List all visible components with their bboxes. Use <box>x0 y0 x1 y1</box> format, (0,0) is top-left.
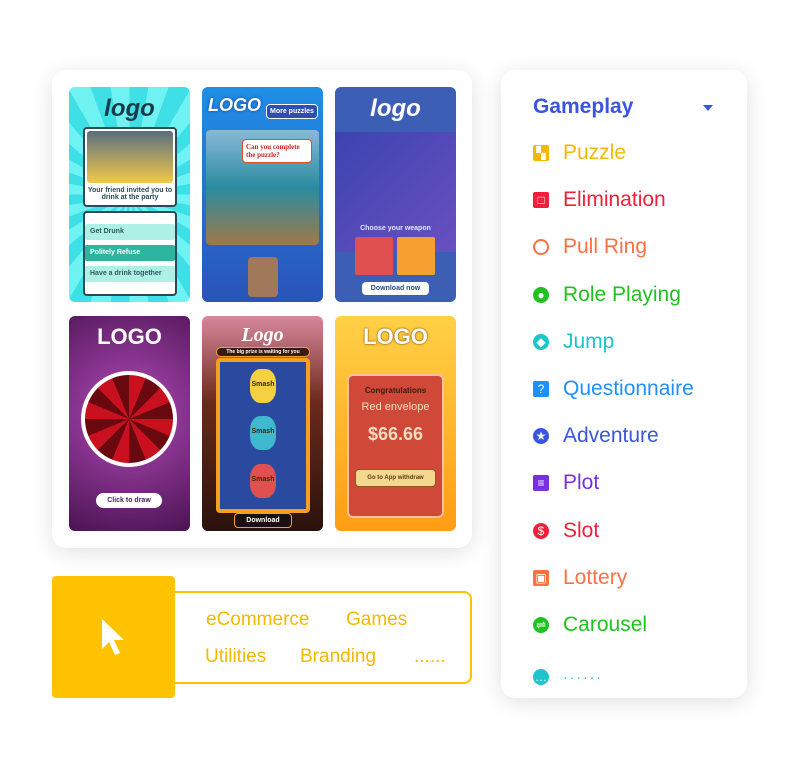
more-icon: … <box>533 669 549 686</box>
egg[interactable]: Smash <box>250 416 276 450</box>
gameplay-title: Gameplay <box>533 95 634 118</box>
prize-wheel[interactable] <box>81 371 177 467</box>
template-party[interactable]: logo Your friend invited you to drink at… <box>69 87 190 302</box>
slot-icon: $ <box>533 522 549 539</box>
gameplay-item-label: Adventure <box>563 424 659 448</box>
gameplay-item-label: Lottery <box>563 565 628 589</box>
option-button[interactable]: Have a drink together <box>85 266 175 282</box>
logo: LOGO <box>97 324 162 349</box>
gameplay-item-label: Questionnaire <box>563 377 694 400</box>
more-puzzles-button[interactable]: More puzzles <box>266 104 318 119</box>
weapon-option[interactable] <box>397 237 435 275</box>
congrats-title: Congratulations <box>364 386 427 395</box>
gameplay-item-label: Plot <box>563 471 600 495</box>
gameplay-item-questionnaire[interactable]: ? Questionnaire <box>533 376 694 402</box>
caption: Choose your weapon <box>360 225 431 232</box>
weapon-option[interactable] <box>355 237 393 275</box>
template-puzzle[interactable]: LOGO More puzzles Can you complete the p… <box>202 87 323 302</box>
template-red-envelope[interactable]: LOGO Congratulations Red envelope $66.66… <box>335 316 456 531</box>
download-button[interactable]: Download now <box>362 282 429 295</box>
gameplay-item-slot[interactable]: $ Slot <box>533 518 599 544</box>
logo: LOGO <box>208 95 261 115</box>
puzzle-piece[interactable] <box>248 257 278 297</box>
category-more[interactable]: ...... <box>414 646 446 668</box>
cursor-icon <box>101 619 124 655</box>
gameplay-item-lottery[interactable]: ▣ Lottery <box>533 565 627 591</box>
pull-ring-icon: ○ <box>533 239 549 256</box>
option-button[interactable]: Get Drunk <box>85 224 175 240</box>
party-illustration <box>87 131 173 183</box>
amount: $66.66 <box>367 424 424 444</box>
gameplay-item-elimination[interactable]: □ Elimination <box>533 187 666 213</box>
gameplay-item-label: Pull Ring <box>563 235 648 259</box>
gameplay-item-label: Role Playing <box>563 282 681 306</box>
template-weapon[interactable]: logo Choose your weapon Download now <box>335 87 456 302</box>
jump-icon: ◆ <box>533 333 549 350</box>
plot-icon: ≡ <box>533 475 549 492</box>
envelope-label: Red envelope <box>361 401 430 413</box>
withdraw-button[interactable]: Go to App withdraw <box>355 469 436 487</box>
gameplay-item-plot[interactable]: ≡ Plot <box>533 470 599 496</box>
gameplay-item-label: Jump <box>563 329 615 353</box>
adventure-icon: ★ <box>533 428 549 445</box>
gameplay-item-role-playing[interactable]: ● Role Playing <box>533 282 681 308</box>
click-to-draw-button[interactable]: Click to draw <box>96 493 162 508</box>
logo: logo <box>370 95 421 122</box>
gameplay-item-more[interactable]: … ······ <box>533 664 603 690</box>
gameplay-item-pull-ring[interactable]: ○ Pull Ring <box>533 234 647 260</box>
template-grid: logo Your friend invited you to drink at… <box>52 70 472 548</box>
download-button[interactable]: Download <box>234 513 292 528</box>
category-games[interactable]: Games <box>346 609 407 631</box>
logo: LOGO <box>363 324 428 349</box>
egg[interactable]: Smash <box>250 369 276 403</box>
template-eggs[interactable]: Logo The big prize is waiting for you Sm… <box>202 316 323 531</box>
elimination-icon: □ <box>533 192 549 209</box>
gameplay-item-label: Slot <box>563 518 600 542</box>
gameplay-item-adventure[interactable]: ★ Adventure <box>533 423 659 449</box>
question-text: Your friend invited you to drink at the … <box>87 187 173 201</box>
gameplay-item-label: Carousel <box>563 613 648 636</box>
gameplay-panel: Gameplay ▚ Puzzle □ Elimination ○ Pull Ring ● R… <box>501 70 747 698</box>
gameplay-item-label: Puzzle <box>563 141 627 164</box>
role-playing-icon: ● <box>533 286 549 303</box>
chevron-down-icon[interactable] <box>703 105 713 116</box>
gameplay-item-puzzle[interactable]: ▚ Puzzle <box>533 140 626 166</box>
template-wheel[interactable]: LOGO Click to draw <box>69 316 190 531</box>
cursor-tile <box>52 576 175 698</box>
category-box <box>175 591 472 684</box>
question-card: Your friend invited you to drink at the … <box>83 127 177 207</box>
character-illustration <box>335 132 456 252</box>
gameplay-item-label: ······ <box>563 669 603 686</box>
option-button[interactable]: Politely Refuse <box>85 245 175 261</box>
gameplay-item-label: Elimination <box>563 188 666 212</box>
carousel-icon: ⇌ <box>533 617 549 633</box>
banner: The big prize is waiting for you <box>216 347 310 357</box>
speech-bubble: Can you complete the puzzle? <box>242 139 312 163</box>
questionnaire-icon: ? <box>533 381 549 397</box>
egg[interactable]: Smash <box>250 464 276 498</box>
lottery-icon: ▣ <box>533 569 549 586</box>
puzzle-icon: ▚ <box>533 145 549 161</box>
envelope-card <box>347 374 444 518</box>
gameplay-item-carousel[interactable]: ⇌ Carousel <box>533 612 647 638</box>
logo: logo <box>104 95 155 122</box>
category-utilities[interactable]: Utilities <box>205 646 266 668</box>
gameplay-item-jump[interactable]: ◆ Jump <box>533 329 614 355</box>
logo: Logo <box>241 324 284 346</box>
category-branding[interactable]: Branding <box>300 646 376 668</box>
category-ecommerce[interactable]: eCommerce <box>206 609 309 631</box>
